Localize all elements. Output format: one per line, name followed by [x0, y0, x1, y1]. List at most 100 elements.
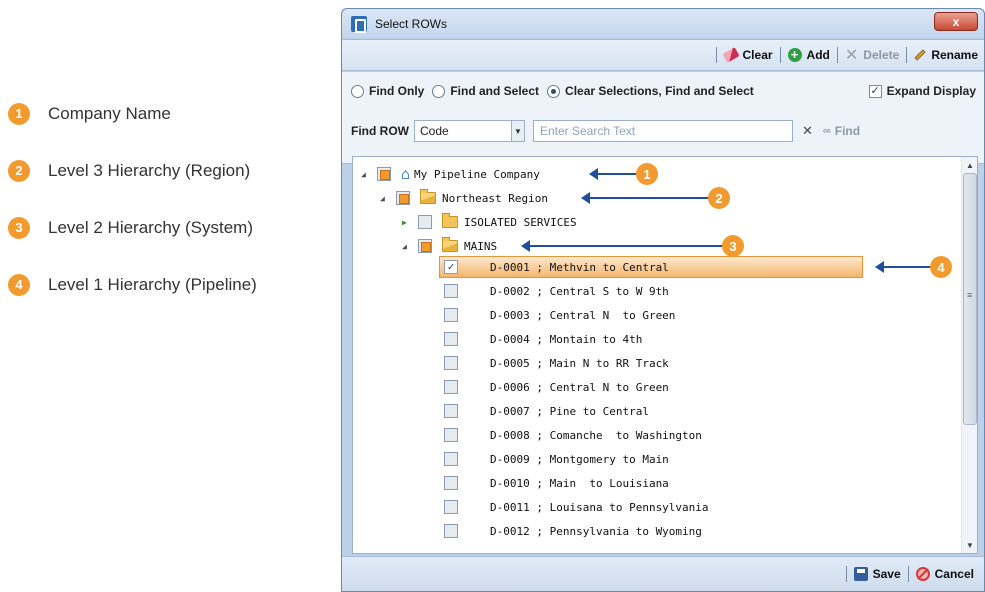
find-button-label: Find	[834, 124, 861, 138]
binoculars-icon: ∞	[822, 125, 831, 137]
scroll-up-icon[interactable]: ▲	[962, 157, 977, 173]
tree-checkbox[interactable]	[377, 167, 391, 181]
pipeline-row[interactable]: D-0010 ; Main to Louisiana	[444, 472, 669, 494]
pipeline-label: D-0006 ; Central N to Green	[490, 380, 669, 394]
callout-arrow	[521, 240, 723, 252]
pipeline-checkbox[interactable]	[444, 404, 458, 418]
toolbar-separator	[715, 47, 717, 63]
legend-label: Company Name	[48, 103, 171, 123]
row-tree: ◢ ⌂ My Pipeline Company ◢ Northeast Regi…	[352, 156, 978, 554]
tree-node-system-mains[interactable]: ◢ MAINS	[402, 235, 497, 257]
expand-display-label[interactable]: Expand Display	[887, 84, 976, 98]
save-button[interactable]: Save	[853, 567, 901, 581]
radio-find-and-select[interactable]	[432, 84, 446, 98]
pipeline-checkbox[interactable]	[444, 284, 458, 298]
tree-node-company[interactable]: ◢ ⌂ My Pipeline Company	[361, 163, 540, 185]
find-field-select[interactable]: Code ▼	[413, 120, 525, 142]
legend-number-badge: 3	[8, 216, 30, 239]
rename-button[interactable]: Rename	[914, 48, 978, 62]
rename-label: Rename	[931, 48, 978, 62]
callout-badge: 1	[636, 163, 658, 185]
pipeline-checkbox[interactable]	[444, 428, 458, 442]
find-mode-radio-group: Find Only Find and Select Clear Selectio…	[351, 84, 762, 98]
pipeline-checkbox[interactable]	[444, 356, 458, 370]
title-bar[interactable]: Select ROWs x	[342, 9, 984, 38]
chevron-down-icon[interactable]: ▼	[510, 121, 524, 141]
pipeline-row[interactable]: D-0008 ; Comanche to Washington	[444, 424, 702, 446]
radio-find-only-label[interactable]: Find Only	[369, 84, 424, 98]
toolbar-separator	[906, 47, 908, 63]
scrollbar-thumb[interactable]: ≡	[963, 173, 977, 425]
pipeline-checkbox[interactable]	[444, 380, 458, 394]
pipeline-checkbox[interactable]	[444, 500, 458, 514]
pipeline-checkbox[interactable]	[444, 452, 458, 466]
pipeline-row[interactable]: ✓ D-0001 ; Methvin to Central	[444, 256, 669, 278]
pipeline-row[interactable]: D-0007 ; Pine to Central	[444, 400, 649, 422]
pipeline-checkbox[interactable]	[444, 332, 458, 346]
delete-button[interactable]: ✕ Delete	[845, 45, 899, 65]
pipeline-row[interactable]: D-0012 ; Pennsylvania to Wyoming	[444, 520, 702, 542]
add-button[interactable]: + Add	[787, 48, 830, 62]
expand-display-toggle[interactable]: ✓ Expand Display	[868, 84, 976, 98]
collapse-arrow-icon[interactable]: ▶	[402, 218, 412, 227]
callout-arrow	[589, 168, 637, 180]
tree-node-system-isolated[interactable]: ▶ ISOLATED SERVICES	[402, 211, 577, 233]
vertical-scrollbar[interactable]: ▲ ≡ ▼	[961, 157, 977, 553]
search-input[interactable]: Enter Search Text	[532, 120, 793, 142]
pipeline-row[interactable]: D-0002 ; Central S to W 9th	[444, 280, 669, 302]
tree-node-region[interactable]: ◢ Northeast Region	[380, 187, 548, 209]
scroll-down-icon[interactable]: ▼	[962, 537, 977, 553]
pipeline-row[interactable]: D-0006 ; Central N to Green	[444, 376, 669, 398]
legend-item-pipeline: 4 Level 1 Hierarchy (Pipeline)	[8, 256, 338, 313]
pipeline-label: D-0008 ; Comanche to Washington	[490, 428, 702, 442]
pipeline-label: D-0001 ; Methvin to Central	[490, 260, 669, 274]
app-icon	[351, 15, 367, 33]
footer-separator	[845, 566, 847, 582]
close-button[interactable]: x	[934, 12, 978, 31]
dialog-footer: Save Cancel	[342, 556, 984, 591]
callout-badge: 3	[722, 235, 744, 257]
pencil-icon	[914, 49, 926, 61]
legend-number-badge: 2	[8, 159, 30, 182]
clear-search-icon[interactable]: ✕	[802, 123, 813, 139]
tree-checkbox[interactable]	[418, 215, 432, 229]
cancel-icon	[915, 567, 930, 581]
home-icon: ⌂	[401, 165, 411, 183]
legend-number-badge: 4	[8, 273, 30, 296]
legend: 1 Company Name 2 Level 3 Hierarchy (Regi…	[8, 85, 338, 313]
callout-arrow	[581, 192, 709, 204]
toolbar-separator	[836, 47, 838, 63]
delete-icon: ✕	[844, 47, 859, 64]
expand-display-checkbox[interactable]: ✓	[868, 84, 882, 98]
pipeline-label: D-0003 ; Central N to Green	[490, 308, 676, 322]
expand-arrow-icon[interactable]: ◢	[361, 170, 371, 179]
expand-arrow-icon[interactable]: ◢	[380, 194, 390, 203]
radio-find-only[interactable]	[351, 84, 364, 98]
find-button[interactable]: ∞ Find	[823, 124, 860, 138]
pipeline-checkbox[interactable]	[444, 524, 458, 538]
pipeline-row[interactable]: D-0005 ; Main N to RR Track	[444, 352, 669, 374]
tree-checkbox[interactable]	[396, 191, 410, 205]
radio-clear-find-select-label[interactable]: Clear Selections, Find and Select	[565, 84, 754, 98]
toolbar-separator	[779, 47, 781, 63]
pipeline-row[interactable]: D-0011 ; Louisana to Pennsylvania	[444, 496, 709, 518]
clear-button[interactable]: Clear	[721, 47, 773, 63]
pipeline-row[interactable]: D-0004 ; Montain to 4th	[444, 328, 642, 350]
select-rows-dialog: Select ROWs x Clear + Add ✕ Delete Renam…	[341, 8, 985, 592]
eraser-icon	[721, 47, 740, 63]
add-icon: +	[787, 48, 802, 62]
cancel-button[interactable]: Cancel	[915, 567, 974, 581]
close-icon: x	[952, 14, 960, 29]
tree-checkbox[interactable]	[418, 239, 432, 253]
clear-label: Clear	[742, 48, 773, 62]
radio-clear-find-select[interactable]	[547, 84, 561, 98]
pipeline-checkbox[interactable]: ✓	[444, 260, 458, 274]
radio-find-and-select-label[interactable]: Find and Select	[450, 84, 539, 98]
pipeline-checkbox[interactable]	[444, 476, 458, 490]
pipeline-row[interactable]: D-0003 ; Central N to Green	[444, 304, 675, 326]
save-label: Save	[872, 567, 901, 581]
expand-arrow-icon[interactable]: ◢	[402, 242, 412, 251]
pipeline-row[interactable]: D-0009 ; Montgomery to Main	[444, 448, 669, 470]
pipeline-checkbox[interactable]	[444, 308, 458, 322]
legend-item-region: 2 Level 3 Hierarchy (Region)	[8, 142, 338, 199]
